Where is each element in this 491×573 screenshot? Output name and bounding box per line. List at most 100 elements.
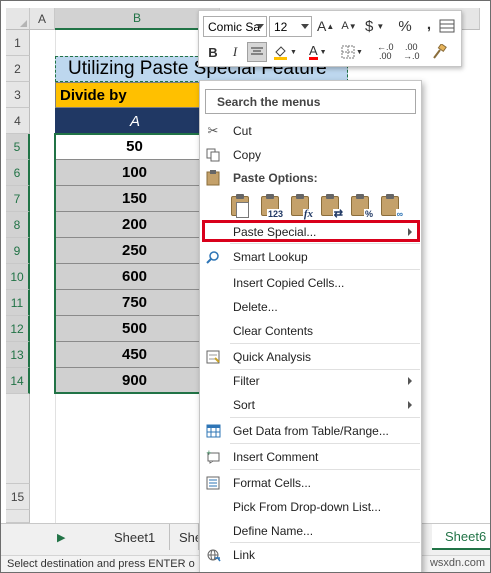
row-header-5[interactable]: 5	[6, 134, 30, 160]
sheet-tab-sheet6[interactable]: Sheet6	[432, 524, 491, 550]
paint-bucket-icon	[274, 46, 287, 60]
accounting-format-button[interactable]: $ ▼	[365, 16, 384, 36]
sheet-tab-partial[interactable]: She	[165, 524, 199, 550]
menu-item-define-name[interactable]: Define Name...	[201, 519, 421, 543]
row-header-7[interactable]: 7	[6, 186, 30, 212]
value-cell[interactable]: 250	[55, 238, 215, 264]
value-cell[interactable]: 450	[55, 342, 215, 368]
menu-item-cut[interactable]: ✂ Cut	[201, 119, 421, 143]
menu-item-link[interactable]: Link	[201, 543, 421, 567]
comma-style-button[interactable]: ,	[421, 14, 437, 34]
row-header-1[interactable]: 1	[6, 30, 30, 56]
paper-icon	[236, 202, 249, 218]
menu-item-paste-special[interactable]: Paste Special...	[201, 220, 421, 244]
increase-font-size-button[interactable]: A ▲	[317, 16, 334, 36]
select-all-corner[interactable]	[6, 8, 30, 30]
row-header-11[interactable]: 11	[6, 290, 30, 316]
row-header-14[interactable]: 14	[6, 368, 30, 394]
value-cell[interactable]: 500	[55, 316, 215, 342]
paste-icon[interactable]	[228, 194, 254, 220]
row-header-13[interactable]: 13	[6, 342, 30, 368]
decrease-decimal-button[interactable]: .00 →.0	[403, 42, 420, 62]
row-header-spacer	[6, 394, 30, 484]
paste-formatting-icon[interactable]: %	[348, 194, 374, 220]
paste-formulas-icon[interactable]: fx	[288, 194, 314, 220]
value-cell[interactable]: 50	[55, 134, 215, 160]
font-name-value: Comic Sa	[208, 19, 261, 34]
decrease-font-size-button[interactable]: A ▼	[341, 16, 357, 36]
italic-button[interactable]: I	[227, 42, 243, 62]
font-name-dropdown[interactable]: Comic Sa	[203, 16, 267, 37]
decrease-decimal-icon: .00 →.0	[403, 42, 420, 61]
format-painter-table-button[interactable]	[439, 16, 455, 36]
borders-icon	[341, 45, 355, 59]
menu-item-get-data[interactable]: Get Data from Table/Range...	[201, 419, 421, 443]
sheet-tab-sheet1[interactable]: Sheet1	[100, 524, 171, 550]
paste-transpose-icon[interactable]: ⇄	[318, 194, 344, 220]
tab-scroll-right-icon[interactable]: ▶	[57, 531, 65, 544]
menu-item-filter[interactable]: Filter	[201, 369, 421, 393]
column-header-b-label: B	[132, 11, 141, 25]
menu-item-insert-copied-cells[interactable]: Insert Copied Cells...	[201, 271, 421, 295]
percent-style-button[interactable]: %	[397, 16, 413, 36]
value-cell[interactable]: 150	[55, 186, 215, 212]
format-painter-button[interactable]	[431, 42, 447, 62]
menu-item-clear-contents[interactable]: Clear Contents	[201, 319, 421, 343]
table-header-a[interactable]: A	[55, 108, 215, 134]
format-painter-icon	[433, 44, 447, 59]
row-header-label: 7	[13, 191, 21, 206]
context-menu: Search the menus ✂ Cut Copy Paste Option…	[199, 80, 422, 573]
menu-search-input[interactable]: Search the menus	[205, 89, 416, 114]
divide-by-cell[interactable]: Divide by	[55, 82, 215, 108]
row-header-label: 8	[13, 217, 21, 232]
menu-item-copy[interactable]: Copy	[201, 143, 421, 167]
row-header-3[interactable]: 3	[6, 82, 30, 108]
row-header-6[interactable]: 6	[6, 160, 30, 186]
chevron-down-icon: ▼	[356, 48, 363, 56]
value-cell[interactable]: 900	[55, 368, 215, 394]
row-header-4[interactable]: 4	[6, 108, 30, 134]
menu-item-label: Link	[233, 548, 256, 562]
menu-item-smart-lookup[interactable]: Smart Lookup	[201, 245, 421, 269]
align-center-button[interactable]	[247, 42, 267, 62]
row-header-12[interactable]: 12	[6, 316, 30, 342]
row-header-label: 15	[10, 489, 25, 504]
grow-font-icon: A	[317, 18, 327, 34]
fill-color-button[interactable]: ▼	[273, 42, 297, 62]
menu-item-format-cells[interactable]: Format Cells...	[201, 471, 421, 495]
menu-item-label: Smart Lookup	[233, 250, 308, 264]
row-header-9[interactable]: 9	[6, 238, 30, 264]
menu-item-label: Insert Copied Cells...	[233, 276, 345, 290]
borders-button[interactable]: ▼	[341, 42, 363, 62]
clipboard-icon	[204, 169, 222, 187]
font-size-dropdown[interactable]: 12	[269, 16, 312, 37]
menu-item-pick-from-list[interactable]: Pick From Drop-down List...	[201, 495, 421, 519]
menu-item-quick-analysis[interactable]: Quick Analysis	[201, 345, 421, 369]
value-text: 750	[121, 294, 148, 311]
row-header-8[interactable]: 8	[6, 212, 30, 238]
bold-button[interactable]: B	[205, 42, 221, 62]
menu-item-insert-comment[interactable]: + Insert Comment	[201, 445, 421, 469]
row-header-label: 1	[14, 35, 21, 50]
column-header-a[interactable]: A	[30, 8, 55, 30]
row-header-2[interactable]: 2	[6, 56, 30, 82]
format-cells-icon	[204, 474, 222, 492]
menu-item-label: Cut	[233, 124, 252, 138]
value-cell[interactable]: 100	[55, 160, 215, 186]
paste-link-icon[interactable]: ∞	[378, 194, 404, 220]
paste-values-icon[interactable]: 123	[258, 194, 284, 220]
row-header-15[interactable]: 15	[6, 484, 30, 510]
menu-item-delete[interactable]: Delete...	[201, 295, 421, 319]
paste-options-icons: 123 fx ⇄ % ∞	[228, 194, 408, 222]
value-cell[interactable]: 600	[55, 264, 215, 290]
column-header-b[interactable]: B	[55, 8, 220, 30]
row-header-10[interactable]: 10	[6, 264, 30, 290]
value-cell[interactable]: 200	[55, 212, 215, 238]
menu-item-sort[interactable]: Sort	[201, 393, 421, 417]
value-cell[interactable]: 750	[55, 290, 215, 316]
menu-item-label: Filter	[233, 374, 260, 388]
font-color-button[interactable]: A ▼	[309, 42, 327, 62]
row-header-16[interactable]	[6, 510, 30, 523]
increase-decimal-button[interactable]: ←.0 .00	[377, 42, 394, 62]
quick-analysis-icon	[204, 348, 222, 366]
